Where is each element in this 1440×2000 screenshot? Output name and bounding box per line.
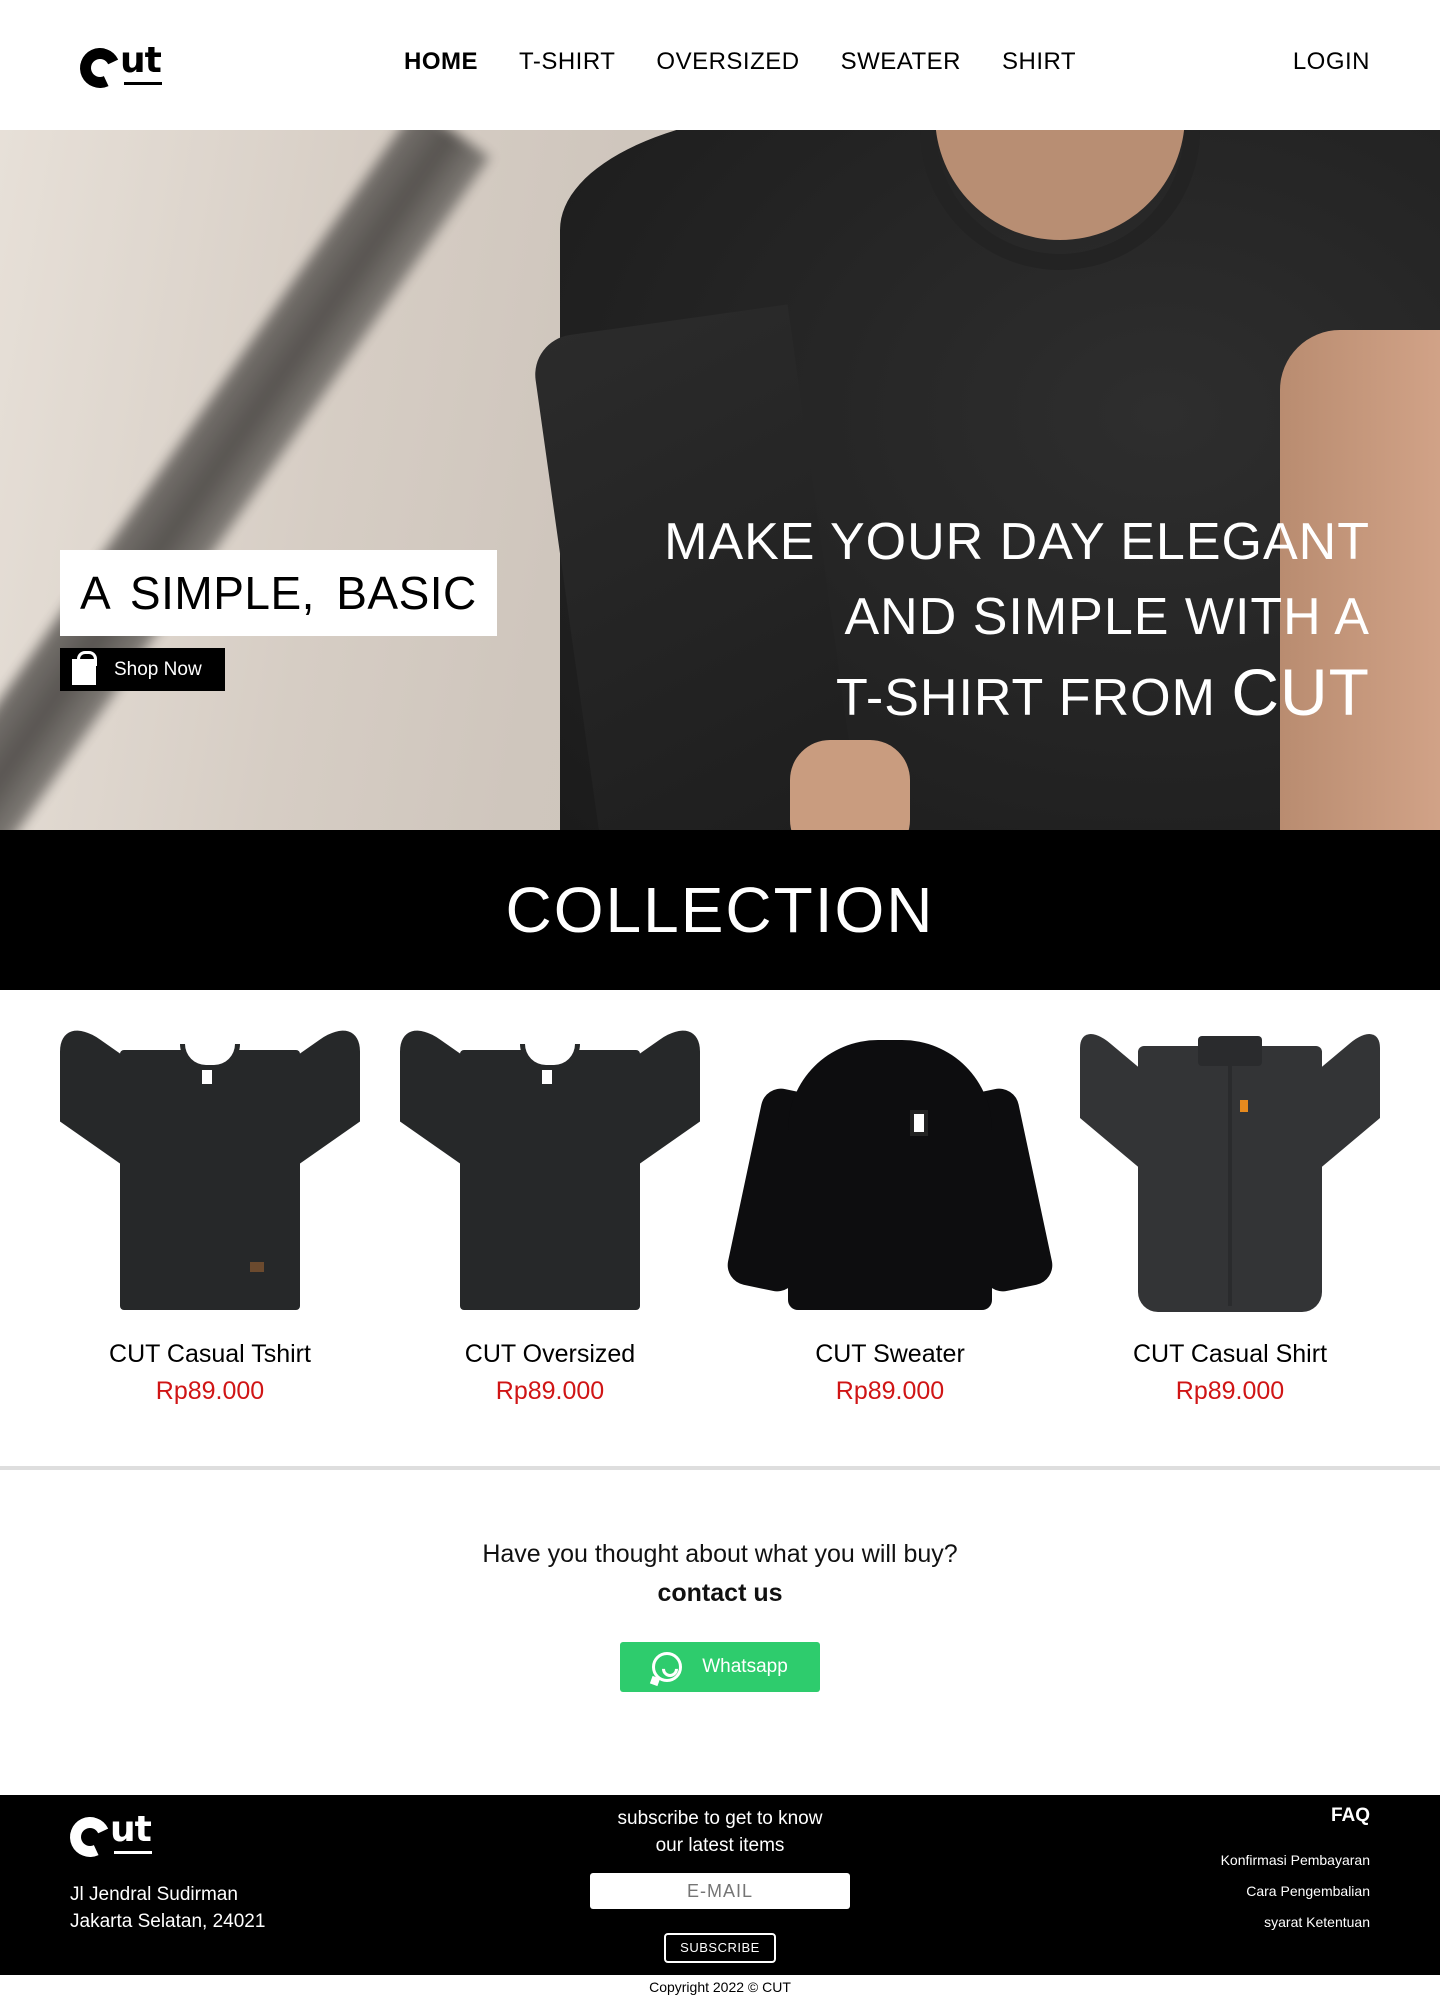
hero-tagline: A SIMPLE, BASIC — [60, 550, 497, 636]
product-grid: CUT Casual Tshirt Rp89.000 CUT Oversized… — [0, 1011, 1440, 1410]
footer-logo-text: ut — [110, 1809, 152, 1850]
tshirt-body — [120, 1050, 300, 1310]
product-card-sweater[interactable]: CUT Sweater Rp89.000 — [723, 1030, 1057, 1406]
hero-headline-brand: CUT — [1231, 655, 1370, 729]
footer-logo[interactable]: ut — [64, 1809, 154, 1863]
logo-c-mark — [74, 42, 126, 94]
contact-question: Have you thought about what you will buy… — [482, 1540, 958, 1568]
footer-address: Jl Jendral Sudirman Jakarta Selatan, 240… — [70, 1881, 265, 1935]
product-name[interactable]: CUT Casual Tshirt — [60, 1340, 360, 1369]
shop-now-label: Shop Now — [114, 658, 202, 680]
main-nav: HOME T-SHIRT OVERSIZED SWEATER SHIRT — [404, 48, 1117, 76]
product-name[interactable]: CUT Oversized — [400, 1340, 700, 1369]
nav-oversized[interactable]: OVERSIZED — [656, 48, 799, 76]
contact-cta: contact us — [657, 1579, 783, 1607]
product-price: Rp89.000 — [835, 1377, 945, 1405]
product-image-tshirt[interactable] — [60, 1011, 360, 1320]
faq-section: FAQ Konfirmasi Pembayaran Cara Pengembal… — [1221, 1805, 1370, 1938]
faq-link-konfirmasi[interactable]: Konfirmasi Pembayaran — [1221, 1845, 1370, 1876]
hero-bg-shadow — [0, 130, 490, 830]
product-price: Rp89.000 — [495, 1377, 605, 1405]
hero-headline: MAKE YOUR DAY ELEGANT AND SIMPLE WITH A … — [664, 505, 1370, 736]
hero-elbow — [790, 740, 910, 830]
faq-link-syarat[interactable]: syarat Ketentuan — [1221, 1907, 1370, 1938]
product-image-oversized[interactable] — [400, 1011, 700, 1320]
whatsapp-button[interactable]: Whatsapp — [620, 1642, 820, 1692]
address-line-2: Jakarta Selatan, 24021 — [70, 1911, 266, 1932]
nav-home[interactable]: HOME — [404, 48, 478, 76]
product-image-shirt[interactable] — [1080, 1018, 1380, 1320]
hero-headline-line-3-text: T-SHIRT FROM — [836, 669, 1216, 727]
faq-title[interactable]: FAQ — [1221, 1805, 1370, 1827]
shop-now-button[interactable]: Shop Now — [60, 648, 225, 691]
login-link[interactable]: LOGIN — [1293, 48, 1370, 76]
section-divider — [0, 1466, 1440, 1470]
logo-underline — [124, 82, 162, 85]
shopping-bag-icon — [72, 650, 97, 685]
subscribe-button[interactable]: SUBSCRIBE — [664, 1933, 776, 1963]
product-card-casual-tshirt[interactable]: CUT Casual Tshirt Rp89.000 — [60, 1011, 360, 1406]
hero-banner: A SIMPLE, BASIC Shop Now MAKE YOUR DAY E… — [0, 130, 1440, 830]
hero-headline-line-3: T-SHIRT FROM CUT — [664, 655, 1370, 736]
cut-logo[interactable]: ut — [74, 40, 164, 94]
nav-sweater[interactable]: SWEATER — [841, 48, 961, 76]
tshirt-patch — [250, 1262, 264, 1272]
nav-tshirt[interactable]: T-SHIRT — [519, 48, 615, 76]
hero-headline-line-1: MAKE YOUR DAY ELEGANT — [664, 513, 1370, 571]
hero-left-block: A SIMPLE, BASIC Shop Now — [60, 550, 497, 691]
product-card-oversized[interactable]: CUT Oversized Rp89.000 — [400, 1011, 700, 1406]
subscribe-text: subscribe to get to know our latest item… — [560, 1805, 880, 1859]
whatsapp-icon — [652, 1652, 683, 1682]
product-price: Rp89.000 — [155, 1377, 265, 1405]
oversized-label — [542, 1070, 552, 1084]
hero-headline-line-2: AND SIMPLE WITH A — [844, 588, 1370, 646]
product-card-casual-shirt[interactable]: CUT Casual Shirt Rp89.000 — [1080, 1018, 1380, 1406]
oversized-body — [460, 1050, 640, 1310]
product-image-sweater[interactable] — [723, 1030, 1057, 1320]
sweater-print — [910, 1110, 928, 1136]
subscribe-line-1: subscribe to get to know — [617, 1808, 823, 1829]
address-line-1: Jl Jendral Sudirman — [70, 1884, 238, 1905]
whatsapp-label: Whatsapp — [702, 1656, 788, 1677]
tshirt-label — [202, 1070, 212, 1084]
product-name[interactable]: CUT Casual Shirt — [1080, 1340, 1380, 1369]
footer-logo-underline — [114, 1851, 152, 1854]
site-footer: ut Jl Jendral Sudirman Jakarta Selatan, … — [0, 1795, 1440, 1975]
product-name[interactable]: CUT Sweater — [740, 1340, 1040, 1369]
email-field[interactable] — [590, 1873, 850, 1909]
site-header: ut HOME T-SHIRT OVERSIZED SWEATER SHIRT … — [0, 0, 1440, 130]
shirt-collar — [1198, 1036, 1262, 1066]
contact-section: Have you thought about what you will buy… — [0, 1540, 1440, 1608]
shirt-pocket-tab — [1240, 1100, 1248, 1112]
subscribe-line-2: our latest items — [655, 1835, 785, 1856]
sweater-body — [788, 1040, 992, 1310]
nav-shirt[interactable]: SHIRT — [1002, 48, 1076, 76]
product-price: Rp89.000 — [1175, 1377, 1285, 1405]
faq-link-pengembalian[interactable]: Cara Pengembalian — [1221, 1876, 1370, 1907]
footer-logo-c-mark — [64, 1811, 116, 1863]
collection-heading: COLLECTION — [0, 830, 1440, 990]
logo-text: ut — [120, 40, 162, 81]
shirt-placket — [1228, 1066, 1232, 1306]
copyright: Copyright 2022 © CUT — [649, 1979, 791, 1995]
